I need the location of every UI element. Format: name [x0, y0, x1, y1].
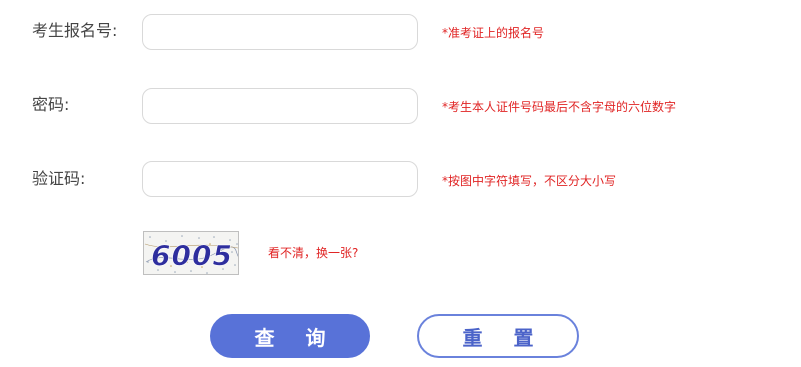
refresh-captcha-link[interactable]: 看不清，换一张? — [268, 245, 358, 261]
password-hint: *考生本人证件号码最后不含字母的六位数字 — [442, 100, 677, 114]
reset-button[interactable]: 重 置 — [417, 314, 579, 358]
exam-number-hint: *准考证上的报名号 — [442, 26, 545, 40]
query-button[interactable]: 查 询 — [210, 314, 370, 358]
captcha-characters: 6005 — [151, 239, 233, 272]
exam-number-input[interactable] — [142, 14, 418, 50]
password-input[interactable] — [142, 88, 418, 124]
exam-number-label: 考生报名号: — [32, 21, 118, 40]
password-label: 密码: — [32, 95, 70, 114]
captcha-image[interactable]: 6005 — [143, 231, 239, 275]
captcha-label: 验证码: — [32, 169, 86, 188]
captcha-noise: 6005 — [144, 232, 238, 274]
captcha-hint: *按图中字符填写，不区分大小写 — [442, 174, 617, 188]
captcha-input[interactable] — [142, 161, 418, 197]
